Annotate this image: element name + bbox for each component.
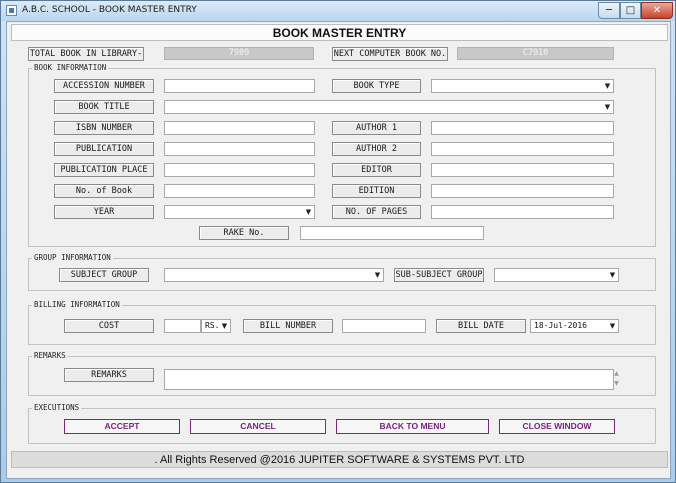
dropdown-arrow-icon: ▼ bbox=[609, 271, 616, 279]
total-books-label: TOTAL BOOK IN LIBRARY- bbox=[28, 47, 144, 61]
dropdown-arrow-icon: ▼ bbox=[604, 82, 611, 90]
no-of-book-input[interactable] bbox=[164, 184, 315, 198]
year-label: YEAR bbox=[54, 205, 154, 219]
dropdown-arrow-icon: ▼ bbox=[609, 322, 616, 330]
bill-date-label: BILL DATE bbox=[436, 319, 526, 333]
scroll-up-icon[interactable]: ▲ bbox=[612, 369, 621, 379]
isbn-number-label: ISBN NUMBER bbox=[54, 121, 154, 135]
book-information-legend: BOOK INFORMATION bbox=[32, 63, 109, 73]
book-information-group: BOOK INFORMATION bbox=[28, 63, 656, 247]
publication-label: PUBLICATION bbox=[54, 142, 154, 156]
back-to-menu-button[interactable]: BACK TO MENU bbox=[336, 419, 489, 434]
accept-button[interactable]: ACCEPT bbox=[64, 419, 180, 434]
no-of-pages-label: NO. OF PAGES bbox=[332, 205, 421, 219]
edition-label: EDITION bbox=[332, 184, 421, 198]
app-icon bbox=[6, 5, 17, 16]
editor-input[interactable] bbox=[431, 163, 614, 177]
rake-no-input[interactable] bbox=[300, 226, 484, 240]
subject-group-label: SUBJECT GROUP bbox=[59, 268, 149, 282]
sub-subject-group-select[interactable]: ▼ bbox=[494, 268, 619, 282]
cost-label: COST bbox=[64, 319, 154, 333]
scroll-down-icon[interactable]: ▼ bbox=[612, 379, 621, 389]
accession-number-input[interactable] bbox=[164, 79, 315, 93]
next-book-no-label: NEXT COMPUTER BOOK NO. bbox=[332, 47, 448, 61]
cancel-button[interactable]: CANCEL bbox=[190, 419, 326, 434]
bill-number-label: BILL NUMBER bbox=[243, 319, 333, 333]
subject-group-select[interactable]: ▼ bbox=[164, 268, 384, 282]
next-book-no-value: C7910 bbox=[457, 47, 614, 60]
remarks-label: REMARKS bbox=[64, 368, 154, 382]
publication-place-input[interactable] bbox=[164, 163, 315, 177]
book-type-label: BOOK TYPE bbox=[332, 79, 421, 93]
author-2-input[interactable] bbox=[431, 142, 614, 156]
bill-date-value: 18-Jul-2016 bbox=[534, 321, 587, 330]
cost-input[interactable] bbox=[164, 319, 201, 333]
author-2-label: AUTHOR 2 bbox=[332, 142, 421, 156]
dropdown-arrow-icon: ▼ bbox=[374, 271, 381, 279]
app-window: A.B.C. SCHOOL - BOOK MASTER ENTRY ─ □ ✕ … bbox=[0, 0, 676, 483]
remarks-legend: REMARKS bbox=[32, 351, 68, 361]
window-title: A.B.C. SCHOOL - BOOK MASTER ENTRY bbox=[22, 5, 197, 15]
page-title: BOOK MASTER ENTRY bbox=[272, 26, 407, 40]
currency-select[interactable]: RS. ▼ bbox=[201, 319, 231, 333]
dropdown-arrow-icon: ▼ bbox=[221, 322, 228, 330]
copyright-text: . All Rights Reserved @2016 JUPITER SOFT… bbox=[154, 454, 525, 466]
total-books-value: 7909 bbox=[164, 47, 314, 60]
group-information-legend: GROUP INFORMATION bbox=[32, 253, 113, 263]
currency-value: RS. bbox=[205, 321, 220, 330]
editor-label: EDITOR bbox=[332, 163, 421, 177]
author-1-label: AUTHOR 1 bbox=[332, 121, 421, 135]
bill-date-picker[interactable]: 18-Jul-2016 ▼ bbox=[530, 319, 619, 333]
close-window-button[interactable]: ✕ bbox=[641, 2, 673, 19]
rake-no-label: RAKE No. bbox=[199, 226, 289, 240]
bill-number-input[interactable] bbox=[342, 319, 426, 333]
header-bar: BOOK MASTER ENTRY bbox=[11, 24, 668, 41]
executions-legend: EXECUTIONS bbox=[32, 403, 82, 413]
isbn-number-input[interactable] bbox=[164, 121, 315, 135]
footer-bar: . All Rights Reserved @2016 JUPITER SOFT… bbox=[11, 451, 668, 468]
book-title-label: BOOK TITLE bbox=[54, 100, 154, 114]
book-type-select[interactable]: ▼ bbox=[431, 79, 614, 93]
edition-input[interactable] bbox=[431, 184, 614, 198]
publication-input[interactable] bbox=[164, 142, 315, 156]
remarks-scrollbar[interactable]: ▲ ▼ bbox=[612, 369, 621, 390]
accession-number-label: ACCESSION NUMBER bbox=[54, 79, 154, 93]
minimize-button[interactable]: ─ bbox=[598, 2, 620, 19]
no-of-pages-input[interactable] bbox=[431, 205, 614, 219]
billing-information-legend: BILLING INFORMATION bbox=[32, 300, 122, 310]
close-window-action-button[interactable]: CLOSE WINDOW bbox=[499, 419, 615, 434]
remarks-textarea[interactable] bbox=[164, 369, 614, 390]
maximize-button[interactable]: □ bbox=[620, 2, 641, 19]
book-title-select[interactable]: ▼ bbox=[164, 100, 614, 114]
publication-place-label: PUBLICATION PLACE bbox=[54, 163, 154, 177]
year-select[interactable]: ▼ bbox=[164, 205, 315, 219]
dropdown-arrow-icon: ▼ bbox=[305, 208, 312, 216]
form-client-area: BOOK MASTER ENTRY TOTAL BOOK IN LIBRARY-… bbox=[6, 21, 671, 479]
dropdown-arrow-icon: ▼ bbox=[604, 103, 611, 111]
title-bar: A.B.C. SCHOOL - BOOK MASTER ENTRY ─ □ ✕ bbox=[1, 1, 675, 21]
author-1-input[interactable] bbox=[431, 121, 614, 135]
sub-subject-group-label: SUB-SUBJECT GROUP bbox=[394, 268, 484, 282]
no-of-book-label: No. of Book bbox=[54, 184, 154, 198]
